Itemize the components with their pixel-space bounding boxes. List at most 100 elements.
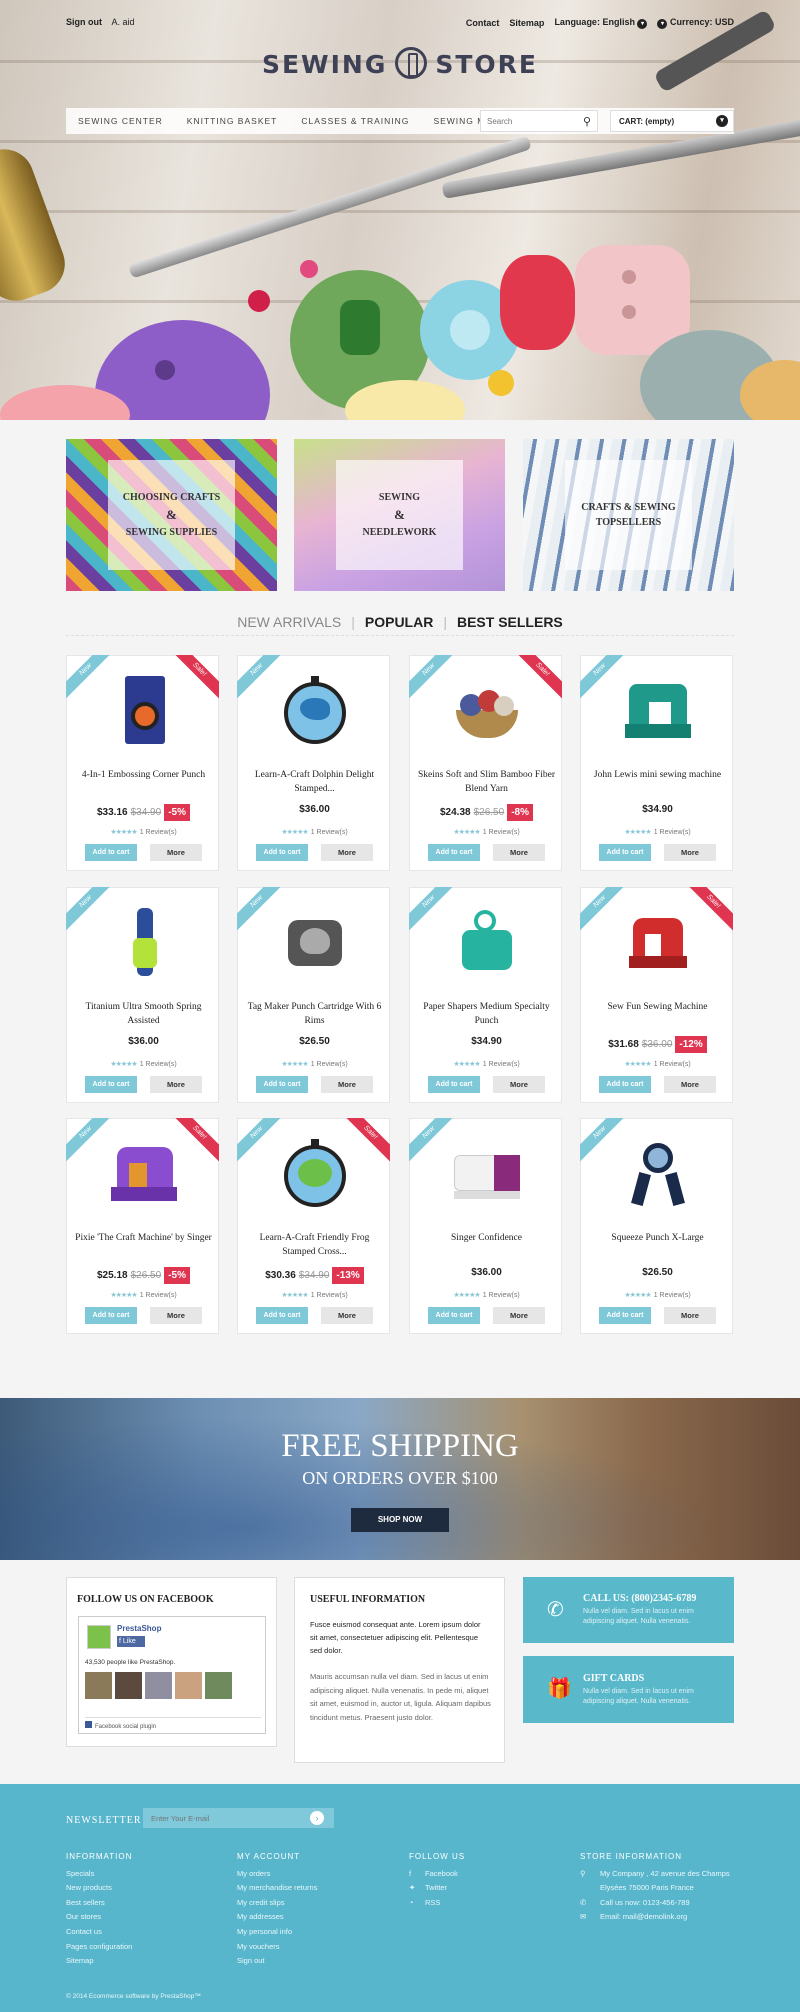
banner-crafts-supplies[interactable]: CHOOSING CRAFTS & SEWING SUPPLIES [66, 439, 277, 591]
like-button[interactable]: f Like [117, 1636, 145, 1647]
product-image[interactable] [454, 908, 520, 976]
menu-knitting-basket[interactable]: KNITTING BASKET [175, 116, 290, 126]
language-selector[interactable]: Language: English ▾ [554, 17, 648, 29]
footer-link[interactable]: Contact us [66, 1925, 132, 1940]
footer-twitter-link[interactable]: ✦ Twitter [409, 1881, 465, 1896]
user-account-link[interactable]: A. aid [112, 17, 135, 27]
product-card[interactable]: New Tag Maker Punch Cartridge With 6 Rims… [237, 887, 390, 1103]
product-card[interactable]: New Sale! 4-In-1 Embossing Corner Punch $33… [66, 655, 219, 871]
more-button[interactable]: More [321, 844, 373, 861]
product-name[interactable]: Sew Fun Sewing Machine [589, 1000, 726, 1014]
call-us-box[interactable]: ✆ CALL US: (800)2345-6789 Nulla vel diam… [523, 1577, 734, 1643]
product-image[interactable] [625, 1139, 691, 1207]
add-to-cart-button[interactable]: Add to cart [599, 844, 651, 861]
product-card[interactable]: New Sale! Sew Fun Sewing Machine $31.68 $36.… [580, 887, 733, 1103]
page-name[interactable]: PrestaShop [117, 1624, 161, 1633]
shop-now-button[interactable]: SHOP NOW [351, 1508, 449, 1532]
footer-link[interactable]: Sitemap [66, 1954, 132, 1969]
tab-popular[interactable]: POPULAR [355, 614, 443, 630]
footer-link[interactable]: Sign out [237, 1954, 317, 1969]
footer-link[interactable]: Pages configuration [66, 1940, 132, 1955]
add-to-cart-button[interactable]: Add to cart [428, 844, 480, 861]
product-card[interactable]: New Titanium Ultra Smooth Spring Assisted… [66, 887, 219, 1103]
submit-arrow-icon[interactable]: › [310, 1811, 324, 1825]
more-button[interactable]: More [150, 1076, 202, 1093]
footer-facebook-link[interactable]: f Facebook [409, 1867, 465, 1882]
product-name[interactable]: Tag Maker Punch Cartridge With 6 Rims [246, 1000, 383, 1028]
sitemap-link[interactable]: Sitemap [509, 18, 544, 28]
more-button[interactable]: More [664, 1076, 716, 1093]
add-to-cart-button[interactable]: Add to cart [428, 1076, 480, 1093]
product-card[interactable]: New Sale! Pixie 'The Craft Machine' by Sin… [66, 1118, 219, 1334]
product-card[interactable]: New Learn-A-Craft Dolphin Delight Stamped… [237, 655, 390, 871]
product-name[interactable]: Paper Shapers Medium Specialty Punch [418, 1000, 555, 1028]
product-name[interactable]: Skeins Soft and Slim Bamboo Fiber Blend … [418, 768, 555, 796]
product-card[interactable]: New John Lewis mini sewing machine $34.90 ★… [580, 655, 733, 871]
add-to-cart-button[interactable]: Add to cart [85, 844, 137, 861]
footer-link[interactable]: My vouchers [237, 1940, 317, 1955]
add-to-cart-button[interactable]: Add to cart [599, 1076, 651, 1093]
product-card[interactable]: New Sale! Skeins Soft and Slim Bamboo Fibe… [409, 655, 562, 871]
footer-link[interactable]: Our stores [66, 1910, 132, 1925]
footer-link[interactable]: Specials [66, 1867, 132, 1882]
contact-link[interactable]: Contact [466, 18, 500, 28]
product-image[interactable] [625, 676, 691, 744]
product-name[interactable]: Learn-A-Craft Dolphin Delight Stamped... [246, 768, 383, 796]
product-image[interactable] [282, 1139, 348, 1207]
store-logo[interactable]: SEWING STORE [0, 47, 800, 82]
product-name[interactable]: Pixie 'The Craft Machine' by Singer [75, 1231, 212, 1245]
tab-new-arrivals[interactable]: NEW ARRIVALS [227, 614, 351, 630]
product-image[interactable] [282, 908, 348, 976]
add-to-cart-button[interactable]: Add to cart [85, 1076, 137, 1093]
gift-cards-box[interactable]: 🎁 GIFT CARDS Nulla vel diam. Sed in lacu… [523, 1656, 734, 1723]
product-image[interactable] [111, 1139, 177, 1207]
product-card[interactable]: New Sale! Learn-A-Craft Friendly Frog Stam… [237, 1118, 390, 1334]
add-to-cart-button[interactable]: Add to cart [256, 844, 308, 861]
menu-classes-training[interactable]: CLASSES & TRAINING [289, 116, 421, 126]
footer-link[interactable]: My credit slips [237, 1896, 317, 1911]
add-to-cart-button[interactable]: Add to cart [599, 1307, 651, 1324]
footer-link[interactable]: My orders [237, 1867, 317, 1882]
more-button[interactable]: More [321, 1307, 373, 1324]
more-button[interactable]: More [493, 1307, 545, 1324]
more-button[interactable]: More [150, 1307, 202, 1324]
product-name[interactable]: 4-In-1 Embossing Corner Punch [75, 768, 212, 782]
footer-link[interactable]: My addresses [237, 1910, 317, 1925]
footer-rss-link[interactable]: ◔ RSS [409, 1896, 465, 1911]
add-to-cart-button[interactable]: Add to cart [256, 1307, 308, 1324]
add-to-cart-button[interactable]: Add to cart [85, 1307, 137, 1324]
banner-sewing-needlework[interactable]: SEWING & NEEDLEWORK [294, 439, 505, 591]
cart-dropdown[interactable]: CART: (empty) ▾ [610, 110, 734, 132]
product-card[interactable]: New Singer Confidence $36.00 ★★★★★ 1 Review(… [409, 1118, 562, 1334]
footer-link[interactable]: My personal info [237, 1925, 317, 1940]
banner-crafts-topsellers[interactable]: CRAFTS & SEWING TOPSELLERS [523, 439, 734, 591]
product-card[interactable]: New Paper Shapers Medium Specialty Punch $… [409, 887, 562, 1103]
more-button[interactable]: More [664, 1307, 716, 1324]
search-icon[interactable]: ⚲ [583, 115, 591, 128]
sign-out-link[interactable]: Sign out [66, 17, 102, 27]
add-to-cart-button[interactable]: Add to cart [256, 1076, 308, 1093]
product-image[interactable] [111, 908, 177, 976]
product-name[interactable]: Learn-A-Craft Friendly Frog Stamped Cros… [246, 1231, 383, 1259]
product-name[interactable]: Titanium Ultra Smooth Spring Assisted [75, 1000, 212, 1028]
product-image[interactable] [282, 676, 348, 744]
menu-sewing-center[interactable]: SEWING CENTER [66, 116, 175, 126]
product-image[interactable] [454, 676, 520, 744]
product-card[interactable]: New Squeeze Punch X-Large $26.50 ★★★★★ 1 Rev… [580, 1118, 733, 1334]
footer-link[interactable]: New products [66, 1881, 132, 1896]
more-button[interactable]: More [664, 844, 716, 861]
more-button[interactable]: More [150, 844, 202, 861]
product-name[interactable]: John Lewis mini sewing machine [589, 768, 726, 782]
product-image[interactable] [625, 908, 691, 976]
footer-link[interactable]: Best sellers [66, 1896, 132, 1911]
store-email[interactable]: ✉ Email: mail@demolink.org [580, 1910, 730, 1925]
newsletter-email-input[interactable] [143, 1808, 293, 1829]
footer-link[interactable]: My merchandise returns [237, 1881, 317, 1896]
product-name[interactable]: Singer Confidence [418, 1231, 555, 1245]
add-to-cart-button[interactable]: Add to cart [428, 1307, 480, 1324]
more-button[interactable]: More [493, 844, 545, 861]
currency-selector[interactable]: ▾ Currency: USD [657, 17, 734, 29]
tab-best-sellers[interactable]: BEST SELLERS [447, 614, 573, 630]
more-button[interactable]: More [321, 1076, 373, 1093]
product-image[interactable] [454, 1139, 520, 1207]
